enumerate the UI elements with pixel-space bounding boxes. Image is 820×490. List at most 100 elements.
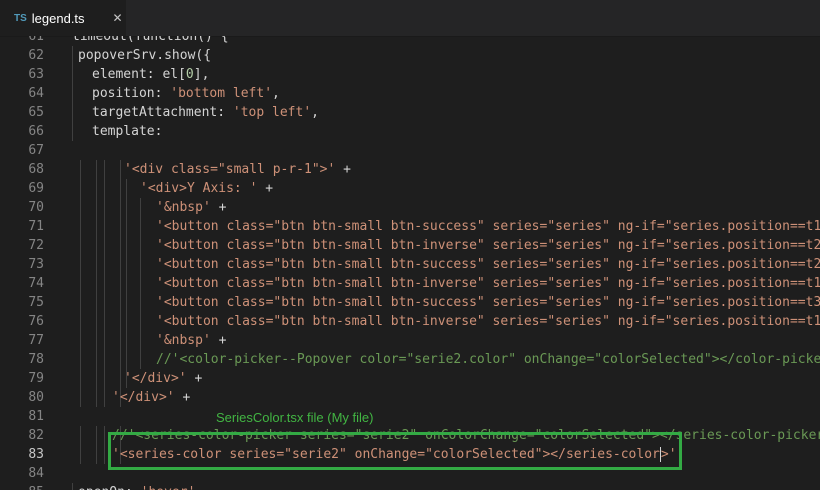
- indent-guide: [96, 160, 97, 179]
- code-line[interactable]: 73 '<button class="btn btn-small btn-succ…: [0, 255, 820, 274]
- line-number: 69: [28, 181, 44, 196]
- code-text: //'<color-picker--Popover color="serie2.…: [156, 350, 820, 369]
- code-line[interactable]: 71 '<button class="btn btn-small btn-succ…: [0, 217, 820, 236]
- indent-guide: [104, 369, 105, 388]
- code-line[interactable]: 63 element: el[0],: [0, 65, 820, 84]
- indent-guide: [80, 236, 81, 255]
- code-text: openOn: 'hover': [78, 483, 195, 490]
- close-icon[interactable]: ✕: [113, 11, 123, 25]
- indent-guide: [126, 217, 127, 236]
- code-token: '<button class="btn btn-small btn-succes…: [156, 257, 820, 272]
- indent-guide: [72, 103, 73, 122]
- code-token: '&nbsp': [156, 333, 211, 348]
- code-token: +: [210, 200, 227, 215]
- code-line[interactable]: 78 //'<color-picker--Popover color="serie…: [0, 350, 820, 369]
- indent-guide: [140, 331, 141, 350]
- line-number: 71: [28, 219, 44, 234]
- code-line[interactable]: 80 '</div>' +: [0, 388, 820, 407]
- code-line[interactable]: 77 '&nbsp' +: [0, 331, 820, 350]
- code-token: ,: [311, 105, 319, 120]
- code-token: +: [257, 181, 274, 196]
- code-line[interactable]: 65 targetAttachment: 'top left',: [0, 103, 820, 122]
- code-token: '<button class="btn btn-small btn-invers…: [156, 314, 820, 329]
- indent-guide: [80, 198, 81, 217]
- code-line[interactable]: 72 '<button class="btn btn-small btn-inve…: [0, 236, 820, 255]
- tab-bar: TS legend.ts ✕: [0, 0, 820, 37]
- code-token: '<button class="btn btn-small btn-succes…: [156, 219, 820, 234]
- code-token: '<button class="btn btn-small btn-succes…: [156, 295, 820, 310]
- indent-guide: [126, 331, 127, 350]
- indent-guide: [80, 312, 81, 331]
- code-token: popoverSrv.show({: [78, 48, 212, 63]
- indent-guide: [120, 198, 121, 217]
- code-line[interactable]: 66 template:: [0, 122, 820, 141]
- line-number: 82: [28, 428, 44, 443]
- indent-guide: [104, 293, 105, 312]
- indent-guide: [140, 274, 141, 293]
- indent-guide: [126, 236, 127, 255]
- code-line[interactable]: 85 openOn: 'hover': [0, 483, 820, 490]
- code-text: '&nbsp' +: [156, 198, 226, 217]
- code-text: '</div>' +: [112, 388, 190, 407]
- code-line[interactable]: 62 popoverSrv.show({: [0, 46, 820, 65]
- code-editor[interactable]: 61 timeout(function() {62 popoverSrv.show(…: [0, 36, 820, 490]
- indent-guide: [80, 160, 81, 179]
- line-number: 74: [28, 276, 44, 291]
- code-text: '<button class="btn btn-small btn-invers…: [156, 312, 820, 331]
- code-token: '<div>Y Axis: ': [140, 181, 258, 196]
- indent-guide: [104, 312, 105, 331]
- code-token: '&nbsp': [156, 200, 211, 215]
- code-line[interactable]: 79 '</div>' +: [0, 369, 820, 388]
- indent-guide: [72, 122, 73, 141]
- code-line[interactable]: 76 '<button class="btn btn-small btn-inve…: [0, 312, 820, 331]
- code-line[interactable]: 68 '<div class="small p-r-1">' +: [0, 160, 820, 179]
- line-number: 76: [28, 314, 44, 329]
- indent-guide: [140, 293, 141, 312]
- code-line[interactable]: 64 position: 'bottom left',: [0, 84, 820, 103]
- code-line[interactable]: 67: [0, 141, 820, 160]
- indent-guide: [120, 350, 121, 369]
- code-text: template:: [92, 122, 162, 141]
- code-text: '<div>Y Axis: ' +: [140, 179, 273, 198]
- indent-guide: [80, 331, 81, 350]
- indent-guide: [96, 312, 97, 331]
- code-text: '<div class="small p-r-1">' +: [124, 160, 351, 179]
- indent-guide: [104, 388, 105, 407]
- indent-guide: [96, 426, 97, 445]
- line-number: 81: [28, 409, 44, 424]
- code-line[interactable]: 69 '<div>Y Axis: ' +: [0, 179, 820, 198]
- indent-guide: [140, 255, 141, 274]
- line-number: 63: [28, 67, 44, 82]
- code-text: popoverSrv.show({: [78, 46, 211, 65]
- line-number: 83: [28, 447, 44, 462]
- code-line[interactable]: 61 timeout(function() {: [0, 36, 820, 46]
- code-line[interactable]: 81: [0, 407, 820, 426]
- highlight-box: [108, 432, 682, 470]
- code-text: targetAttachment: 'top left',: [92, 103, 319, 122]
- code-line[interactable]: 70 '&nbsp' +: [0, 198, 820, 217]
- code-line[interactable]: 75 '<button class="btn btn-small btn-succ…: [0, 293, 820, 312]
- code-text: '<button class="btn btn-small btn-succes…: [156, 217, 820, 236]
- indent-guide: [104, 274, 105, 293]
- indent-guide: [140, 350, 141, 369]
- code-token: '<button class="btn btn-small btn-invers…: [156, 276, 820, 291]
- indent-guide: [120, 255, 121, 274]
- indent-guide: [72, 84, 73, 103]
- indent-guide: [104, 236, 105, 255]
- indent-guide: [80, 426, 81, 445]
- indent-guide: [80, 293, 81, 312]
- code-token: +: [174, 390, 191, 405]
- code-text: position: 'bottom left',: [92, 84, 280, 103]
- code-text: '<button class="btn btn-small btn-succes…: [156, 293, 820, 312]
- indent-guide: [96, 445, 97, 464]
- line-number: 67: [28, 143, 44, 158]
- indent-guide: [104, 198, 105, 217]
- code-token: +: [210, 333, 227, 348]
- code-token: ,: [272, 86, 280, 101]
- annotation-label: SeriesColor.tsx file (My file): [216, 410, 374, 425]
- indent-guide: [80, 217, 81, 236]
- code-line[interactable]: 74 '<button class="btn btn-small btn-inve…: [0, 274, 820, 293]
- tab-legend-ts[interactable]: TS legend.ts ✕: [0, 0, 126, 36]
- indent-guide: [80, 255, 81, 274]
- indent-guide: [120, 369, 121, 388]
